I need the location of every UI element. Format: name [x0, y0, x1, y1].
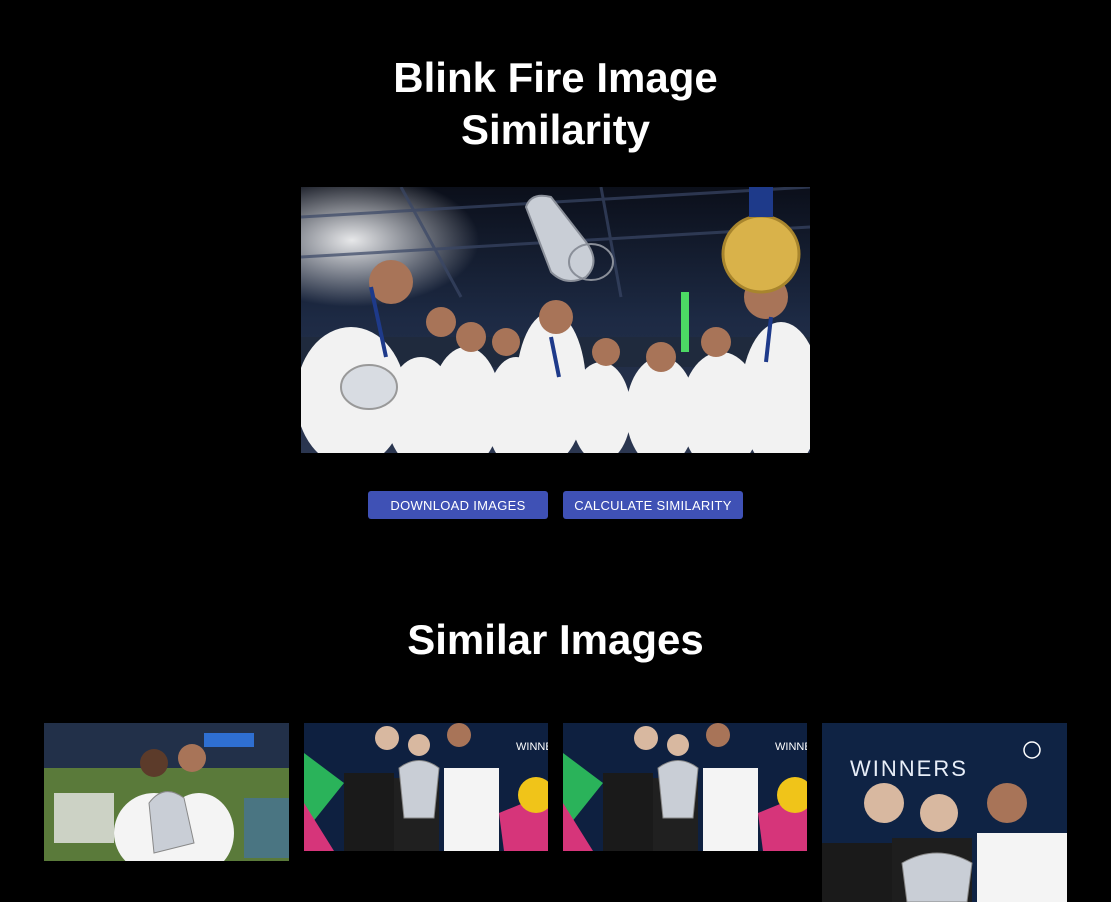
similar-image-4-banner: WINNERS: [850, 756, 968, 781]
page-title: Blink Fire Image Similarity: [0, 52, 1111, 156]
page-title-line1: Blink Fire Image: [393, 54, 718, 101]
similar-image-4-graphic: WINNERS: [822, 723, 1067, 902]
similar-image-3-graphic: WINNER: [563, 723, 807, 851]
page: Blink Fire Image Similarity DOWNLOAD IMA…: [0, 0, 1111, 902]
similar-image-3[interactable]: WINNER: [563, 723, 807, 851]
similar-image-1-graphic: [44, 723, 289, 861]
similar-image-2-graphic: WINNER: [304, 723, 548, 851]
similar-image-4[interactable]: WINNERS: [822, 723, 1067, 902]
similar-image-2[interactable]: WINNER: [304, 723, 548, 851]
similar-image-1[interactable]: [44, 723, 289, 861]
similar-image-3-banner: WINNER: [775, 741, 807, 753]
page-title-line2: Similarity: [460, 106, 651, 153]
query-image-graphic: [301, 187, 810, 453]
similar-image-2-banner: WINNER: [516, 741, 548, 753]
download-images-button[interactable]: DOWNLOAD IMAGES: [368, 491, 548, 519]
similar-images-heading: Similar Images: [407, 616, 704, 663]
calculate-similarity-button[interactable]: CALCULATE SIMILARITY: [563, 491, 743, 519]
query-image: [301, 187, 810, 453]
